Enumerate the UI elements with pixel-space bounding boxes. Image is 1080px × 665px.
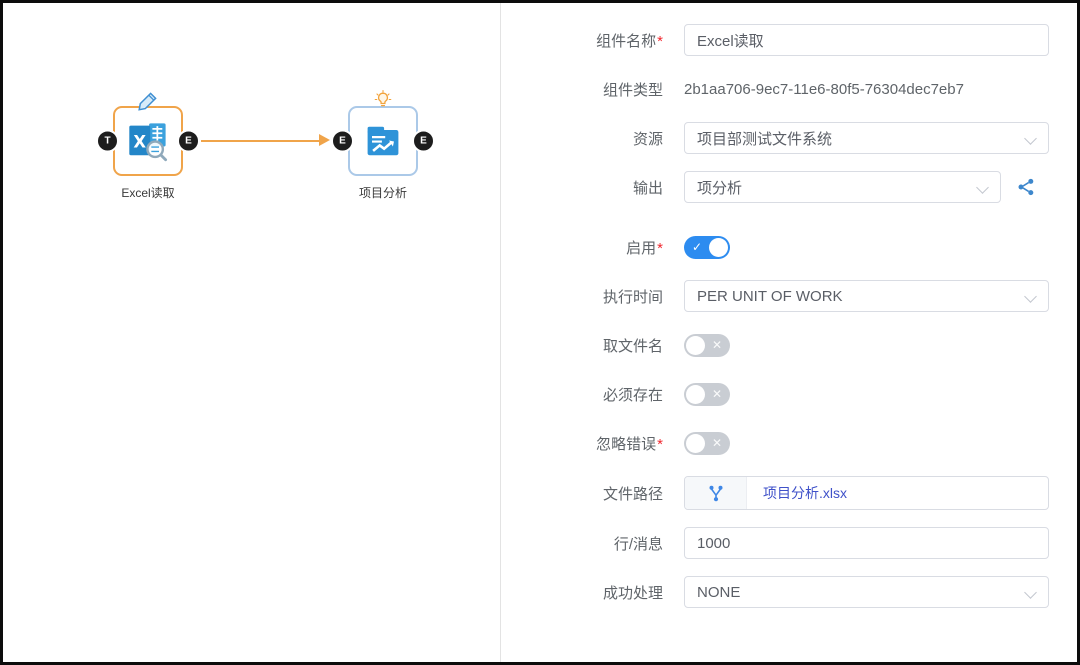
exec-time-select[interactable]: PER UNIT OF WORK (684, 280, 1049, 312)
field-label: 文件路径 (603, 486, 663, 503)
check-icon: ✓ (692, 236, 702, 259)
flow-edge-arrowhead (319, 134, 330, 146)
node-excel-read[interactable]: X T E Excel读取 (113, 106, 183, 176)
port-error[interactable]: E (177, 130, 200, 153)
resource-select-value: 项目部测试文件系统 (697, 128, 832, 149)
field-label: 必须存在 (603, 387, 663, 404)
excel-read-icon: X (115, 108, 181, 174)
component-type-value: 2b1aa706-9ec7-11e6-80f5-76304dec7eb7 (684, 81, 964, 98)
row-output: 输出 项分析 (501, 171, 1077, 203)
component-name-input[interactable] (684, 24, 1049, 56)
file-path-link[interactable]: 项目分析.xlsx (747, 477, 1048, 509)
field-label: 输出 (633, 180, 663, 197)
field-label: 执行时间 (603, 289, 663, 306)
chevron-down-icon (976, 181, 989, 194)
svg-text:X: X (133, 133, 146, 152)
chevron-down-icon (1024, 586, 1037, 599)
field-label: 行/消息 (614, 536, 663, 553)
chevron-down-icon (1024, 290, 1037, 303)
row-component-name: 组件名称* (501, 24, 1077, 56)
row-enable: 启用* ✓ (501, 231, 1077, 263)
toggle-knob (709, 238, 728, 257)
row-success-handling: 成功处理 NONE (501, 576, 1077, 608)
output-select-value: 项分析 (697, 177, 742, 198)
exec-time-select-value: PER UNIT OF WORK (697, 288, 843, 305)
row-resource: 资源 项目部测试文件系统 (501, 122, 1077, 154)
field-label: 启用 (626, 240, 656, 257)
properties-panel: 组件名称* 组件类型 2b1aa706-9ec7-11e6-80f5-76304… (501, 3, 1077, 662)
row-ignore-error: 忽略错误* ✕ (501, 427, 1077, 459)
rows-per-message-input[interactable] (684, 527, 1049, 559)
field-label: 忽略错误 (596, 436, 656, 453)
required-asterisk: * (657, 240, 663, 257)
enable-toggle[interactable]: ✓ (684, 236, 730, 259)
field-label: 取文件名 (603, 338, 663, 355)
flow-canvas[interactable]: X T E Excel读取 (3, 3, 501, 662)
required-asterisk: * (657, 436, 663, 453)
output-select[interactable]: 项分析 (684, 171, 1001, 203)
resource-select[interactable]: 项目部测试文件系统 (684, 122, 1049, 154)
row-component-type: 组件类型 2b1aa706-9ec7-11e6-80f5-76304dec7eb… (501, 73, 1077, 105)
branch-icon[interactable] (685, 477, 747, 509)
cross-icon: ✕ (712, 334, 722, 357)
row-must-exist: 必须存在 ✕ (501, 378, 1077, 410)
row-rows-per-message: 行/消息 (501, 527, 1077, 559)
port-error[interactable]: E (412, 130, 435, 153)
share-icon[interactable] (1016, 177, 1036, 197)
success-handling-select[interactable]: NONE (684, 576, 1049, 608)
field-label: 成功处理 (603, 585, 663, 602)
flow-edge[interactable] (201, 140, 319, 142)
app-window: X T E Excel读取 (0, 0, 1080, 665)
node-label: 项目分析 (359, 184, 407, 201)
port-true[interactable]: T (96, 130, 119, 153)
node-project-analysis[interactable]: E E 项目分析 (348, 106, 418, 176)
ignore-error-toggle[interactable]: ✕ (684, 432, 730, 455)
get-filename-toggle[interactable]: ✕ (684, 334, 730, 357)
port-error[interactable]: E (331, 130, 354, 153)
file-path-field[interactable]: 项目分析.xlsx (684, 476, 1049, 510)
chevron-down-icon (1024, 132, 1037, 145)
cross-icon: ✕ (712, 432, 722, 455)
row-file-path: 文件路径 项目分析.xlsx (501, 476, 1077, 510)
toggle-knob (686, 385, 705, 404)
row-get-filename: 取文件名 ✕ (501, 329, 1077, 361)
success-handling-select-value: NONE (697, 584, 740, 601)
field-label: 组件类型 (603, 82, 663, 99)
node-label: Excel读取 (121, 184, 174, 201)
must-exist-toggle[interactable]: ✕ (684, 383, 730, 406)
analysis-doc-icon (350, 108, 416, 174)
cross-icon: ✕ (712, 383, 722, 406)
field-label: 组件名称 (596, 33, 656, 50)
toggle-knob (686, 434, 705, 453)
row-exec-time: 执行时间 PER UNIT OF WORK (501, 280, 1077, 312)
field-label: 资源 (633, 131, 663, 148)
required-asterisk: * (657, 33, 663, 50)
toggle-knob (686, 336, 705, 355)
